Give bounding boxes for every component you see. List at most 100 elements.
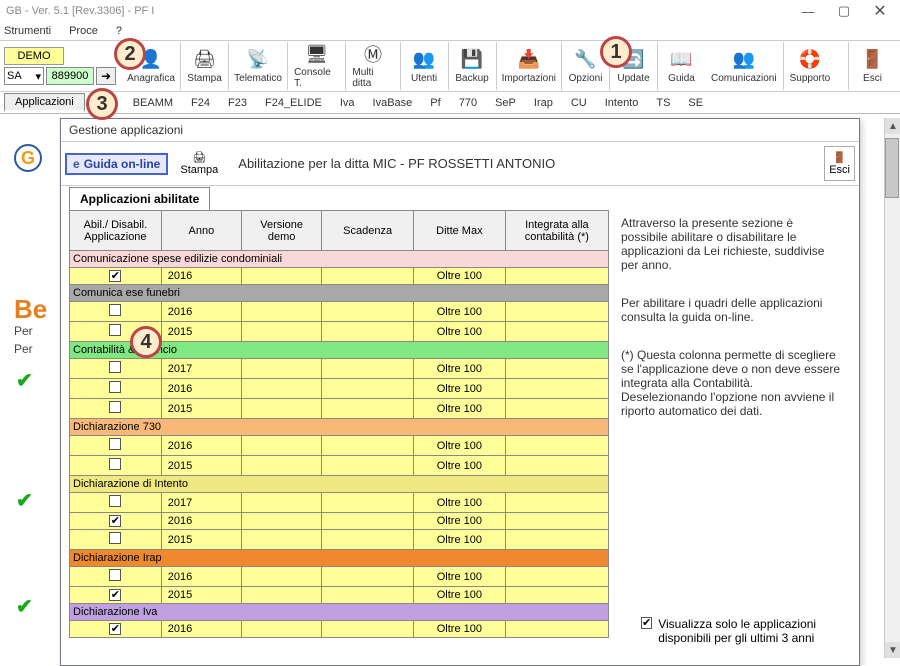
tab-sep[interactable]: SeP xyxy=(487,95,524,111)
tab-f24[interactable]: F24 xyxy=(183,95,218,111)
cell-scadenza xyxy=(322,587,414,604)
cell-ditte: Oltre 100 xyxy=(414,302,506,322)
abil-checkbox[interactable] xyxy=(109,324,121,336)
tab-cu[interactable]: CU xyxy=(563,95,595,111)
exit-icon: 🚪 xyxy=(862,49,884,71)
menu-proce[interactable]: Proce xyxy=(69,25,98,37)
supporto-icon: 🛟 xyxy=(799,49,821,71)
console-t--button[interactable]: 🖥Console T. xyxy=(287,42,345,90)
cell-integrata xyxy=(505,399,608,419)
load-button[interactable]: ➜ xyxy=(96,67,116,85)
tab-intento[interactable]: Intento xyxy=(597,95,647,111)
abil-checkbox[interactable] xyxy=(109,532,121,544)
col-ditte: Ditte Max xyxy=(414,211,506,251)
logo-icon: G xyxy=(14,144,42,172)
tab-irap[interactable]: Irap xyxy=(526,95,561,111)
cell-ditte: Oltre 100 xyxy=(414,587,506,604)
applicazioni-abilitate-tab[interactable]: Applicazioni abilitate xyxy=(69,187,210,210)
close-button[interactable]: ✕ xyxy=(862,0,898,22)
backup-button[interactable]: 💾Backup xyxy=(448,42,496,90)
abil-checkbox[interactable] xyxy=(109,569,121,581)
applicazioni-tab[interactable]: Applicazioni xyxy=(4,93,85,112)
esci-panel-button[interactable]: 🚪 Esci xyxy=(824,146,855,181)
scroll-up-arrow[interactable]: ▲ xyxy=(885,118,900,134)
bg-heading: Be xyxy=(14,294,47,325)
check-icon: ✔ xyxy=(16,594,33,619)
sa-select[interactable]: SA▾ xyxy=(4,67,44,85)
stampa-button[interactable]: 🖨 Stampa xyxy=(176,151,222,176)
guida-online-button[interactable]: e Guida on-line xyxy=(65,153,168,175)
table-row: ✔2016Oltre 100 xyxy=(70,513,609,530)
tab-pf[interactable]: Pf xyxy=(422,95,448,111)
cell-ditte: Oltre 100 xyxy=(414,268,506,285)
abil-checkbox[interactable] xyxy=(109,495,121,507)
cell-integrata xyxy=(505,530,608,550)
supporto-button[interactable]: 🛟Supporto xyxy=(783,42,837,90)
cell-anno: 2015 xyxy=(161,322,241,342)
cell-integrata xyxy=(505,567,608,587)
abil-checkbox[interactable] xyxy=(109,361,121,373)
comunicazioni-button[interactable]: 👥Comunicazioni xyxy=(705,42,783,90)
check-icon: ✔ xyxy=(16,488,33,513)
utenti-button[interactable]: 👥Utenti xyxy=(400,42,448,90)
vertical-scrollbar[interactable]: ▲ ▼ xyxy=(884,118,900,658)
tab-f24_elide[interactable]: F24_ELIDE xyxy=(257,95,330,111)
scroll-thumb[interactable] xyxy=(885,138,899,198)
cell-versione xyxy=(242,530,322,550)
minimize-button[interactable]: — xyxy=(790,0,826,22)
abil-checkbox[interactable]: ✔ xyxy=(109,270,121,282)
code-input[interactable]: 889900 xyxy=(46,67,94,85)
cell-ditte: Oltre 100 xyxy=(414,436,506,456)
abil-checkbox[interactable] xyxy=(109,401,121,413)
visualizza-3anni-checkbox[interactable]: ✔ xyxy=(641,617,652,629)
cell-scadenza xyxy=(322,567,414,587)
abil-checkbox[interactable]: ✔ xyxy=(109,515,121,527)
tab-f23[interactable]: F23 xyxy=(220,95,255,111)
group-header: Dichiarazione di Intento xyxy=(70,476,609,493)
cell-integrata xyxy=(505,379,608,399)
menu-strumenti[interactable]: Strumenti xyxy=(4,25,51,37)
telematico-button[interactable]: 📡Telematico xyxy=(228,42,287,90)
cell-scadenza xyxy=(322,493,414,513)
abil-checkbox[interactable]: ✔ xyxy=(109,623,121,635)
abil-checkbox[interactable] xyxy=(109,304,121,316)
tab-ivabase[interactable]: IvaBase xyxy=(365,95,421,111)
cell-anno: 2017 xyxy=(161,359,241,379)
abil-checkbox[interactable] xyxy=(109,438,121,450)
cell-integrata xyxy=(505,268,608,285)
col-anno: Anno xyxy=(161,211,241,251)
panel-tabs: Applicazioni abilitate xyxy=(61,186,859,206)
panel-title: Gestione applicazioni xyxy=(61,119,859,142)
group-header: Comunica ese funebri xyxy=(70,285,609,302)
cell-ditte: Oltre 100 xyxy=(414,530,506,550)
cell-versione xyxy=(242,379,322,399)
abil-checkbox[interactable]: ✔ xyxy=(109,589,121,601)
esci-button[interactable]: 🚪 Esci xyxy=(848,42,896,90)
tab-iva[interactable]: Iva xyxy=(332,95,363,111)
multi-ditta-button[interactable]: ⓂMulti ditta xyxy=(345,42,399,90)
bg-text-1: Per xyxy=(14,324,33,338)
sub-tabbar: Applicazioni BEAMMF24F23F24_ELIDEIvaIvaB… xyxy=(0,92,900,114)
tab-770[interactable]: 770 xyxy=(451,95,485,111)
scroll-down-arrow[interactable]: ▼ xyxy=(885,642,900,658)
menu-help[interactable]: ? xyxy=(116,25,122,37)
table-row: 2015Oltre 100 xyxy=(70,456,609,476)
cell-anno: 2016 xyxy=(161,621,241,638)
tab-beamm[interactable]: BEAMM xyxy=(125,95,181,111)
abil-checkbox[interactable] xyxy=(109,458,121,470)
tab-ts[interactable]: TS xyxy=(648,95,678,111)
table-row: ✔2016Oltre 100 xyxy=(70,621,609,638)
tab-se[interactable]: SE xyxy=(680,95,711,111)
cell-scadenza xyxy=(322,268,414,285)
cell-ditte: Oltre 100 xyxy=(414,567,506,587)
cell-anno: 2016 xyxy=(161,302,241,322)
group-header: Comunicazione spese edilizie condominial… xyxy=(70,251,609,268)
comunicazioni-icon: 👥 xyxy=(733,49,755,71)
maximize-button[interactable]: ▢ xyxy=(826,0,862,22)
cell-versione xyxy=(242,399,322,419)
abil-checkbox[interactable] xyxy=(109,381,121,393)
stampa-button[interactable]: 🖨Stampa xyxy=(180,42,228,90)
importazioni-button[interactable]: 📥Importazioni xyxy=(496,42,561,90)
guida-button[interactable]: 📖Guida xyxy=(657,42,705,90)
table-row: 2015Oltre 100 xyxy=(70,399,609,419)
